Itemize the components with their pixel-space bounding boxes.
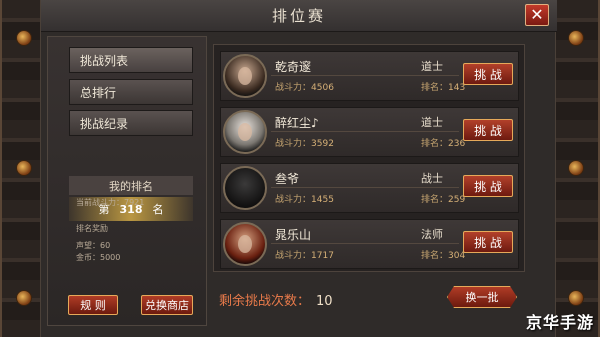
opponent-row: 醉红尘♪ 道士 战斗力：3592 排名：236 挑 战 [220,107,519,157]
exchange-shop-button[interactable]: 兑换商店 [141,295,193,315]
power-label: 战斗力： [275,139,312,149]
gem-icon [568,160,584,176]
opponent-rank: 排名：259 [421,192,465,205]
close-button[interactable]: ✕ [525,4,549,26]
opponent-list: 乾奇邃 道士 战斗力：4506 排名：143 挑 战 醉红尘♪ 道士 战斗力：3… [213,44,525,272]
prestige-value: 60 [100,241,111,250]
opponent-row: 晁乐山 法师 战斗力：1717 排名：304 挑 战 [220,219,519,269]
rank-value: 259 [448,195,466,205]
opponent-rank: 排名：143 [421,80,465,93]
power-label: 战斗力： [275,195,312,205]
prestige-label: 声望： [76,241,100,250]
opponent-class: 法师 [421,228,443,241]
current-power: 当前战斗力：7921 [76,197,144,208]
warrior-portrait-icon [223,54,267,98]
opponent-class: 道士 [421,116,443,129]
opponent-name: 醉红尘♪ [275,116,319,130]
opponent-row: 乾奇邃 道士 战斗力：4506 排名：143 挑 战 [220,51,519,101]
my-rank-suffix: 名 [152,203,164,216]
gem-icon [568,30,584,46]
rank-value: 143 [448,83,466,93]
power-value: 1717 [311,251,334,261]
rank-label: 排名： [421,251,449,261]
white-hair-portrait-icon [223,110,267,154]
rank-label: 排名： [421,83,449,93]
gem-icon [16,290,32,306]
empty-portrait-icon [223,166,267,210]
left-panel: 挑战列表 总排行 挑战纪录 我的排名 第 318 名 当前战斗力：7921 排名… [47,36,207,326]
opponent-name: 乾奇邃 [275,60,312,74]
remaining-value: 10 [316,294,333,309]
rules-button[interactable]: 规 则 [68,295,118,315]
power-value: 1455 [311,195,334,205]
power-value: 4506 [311,83,334,93]
mage-portrait-icon [223,222,267,266]
right-ornament-pillar [552,0,600,337]
reward-gold: 金币：5000 [76,252,120,263]
gem-icon [16,30,32,46]
power-value: 3592 [311,139,334,149]
rank-value: 304 [448,251,466,261]
opponent-rank: 排名：304 [421,248,465,261]
current-power-value: 7921 [124,198,145,207]
tab-challenge-list[interactable]: 挑战列表 [69,47,193,73]
rank-value: 236 [448,139,466,149]
opponent-power: 战斗力：4506 [275,80,334,93]
gem-icon [568,290,584,306]
power-label: 战斗力： [275,251,312,261]
opponent-power: 战斗力：3592 [275,136,334,149]
opponent-name: 叁爷 [275,172,300,186]
gold-value: 5000 [100,253,121,262]
rank-reward-title: 排名奖励 [76,224,108,233]
gem-icon [16,160,32,176]
challenge-button[interactable]: 挑 战 [463,63,513,85]
reward-prestige: 声望：60 [76,240,110,251]
opponent-class: 战士 [421,172,443,185]
gold-label: 金币： [76,253,100,262]
title-bar: 排位赛 ✕ [41,0,557,32]
challenge-button[interactable]: 挑 战 [463,175,513,197]
opponent-class: 道士 [421,60,443,73]
challenge-button[interactable]: 挑 战 [463,231,513,253]
opponent-power: 战斗力：1717 [275,248,334,261]
ranked-match-window: 排位赛 ✕ 挑战列表 总排行 挑战纪录 我的排名 第 318 名 当前战斗力：7… [40,0,557,337]
opponent-power: 战斗力：1455 [275,192,334,205]
opponent-row: 叁爷 战士 战斗力：1455 排名：259 挑 战 [220,163,519,213]
remaining-challenges: 剩余挑战次数： 10 [219,290,333,309]
tab-challenge-record[interactable]: 挑战纪录 [69,110,193,136]
refresh-opponents-button[interactable]: 换一批 [447,286,517,308]
challenge-button[interactable]: 挑 战 [463,119,513,141]
current-power-label: 当前战斗力： [76,198,124,207]
opponent-rank: 排名：236 [421,136,465,149]
remaining-label: 剩余挑战次数： [219,294,311,309]
my-rank-header: 我的排名 [69,176,193,195]
opponent-name: 晁乐山 [275,228,312,242]
tab-total-ranking[interactable]: 总排行 [69,79,193,105]
window-title: 排位赛 [271,7,326,25]
power-label: 战斗力： [275,83,312,93]
rank-label: 排名： [421,139,449,149]
rank-label: 排名： [421,195,449,205]
watermark-logo: 京华手游 [525,313,594,332]
